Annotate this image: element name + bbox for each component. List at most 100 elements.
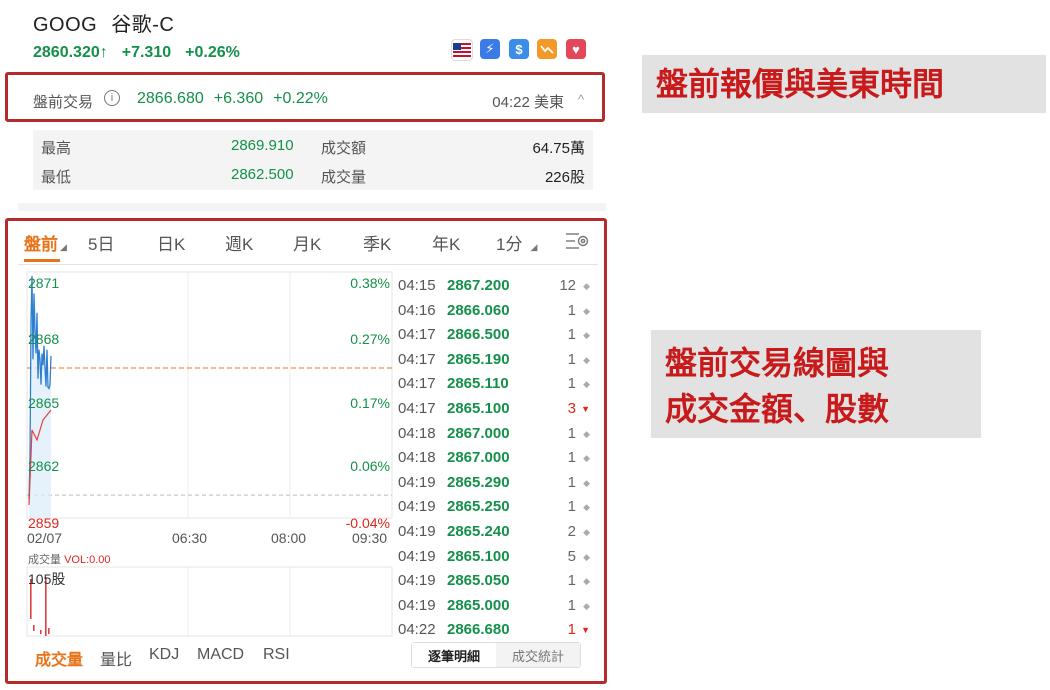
- chart-grid: [26, 271, 393, 637]
- x-tick: 06:30: [172, 530, 208, 546]
- trade-time: 04:18: [398, 424, 436, 442]
- trade-price: 2865.290: [447, 473, 510, 491]
- trade-time: 04:18: [398, 449, 436, 467]
- turnover-value: 64.75萬: [532, 140, 585, 157]
- annotation-premarket-quote: 盤前報價與美東時間: [642, 55, 1046, 113]
- trade-volume: 1: [567, 498, 576, 516]
- volume-bar: [40, 630, 42, 634]
- tab-kdj[interactable]: KDJ: [149, 646, 179, 664]
- trade-row: 04:18 2867.000 1 ◆: [398, 425, 590, 449]
- trade-row: 04:19 2865.100 5 ◆: [398, 548, 590, 572]
- diamond-icon: ◆: [583, 576, 590, 587]
- volume-value: 226股: [544, 169, 585, 186]
- y-label-left: 2868: [28, 331, 60, 347]
- trade-price: 2865.250: [447, 498, 510, 516]
- trade-stats-button[interactable]: 成交統計: [496, 643, 580, 667]
- trade-row: 04:18 2867.000 1 ◆: [398, 449, 590, 473]
- us-flag-icon[interactable]: [451, 39, 473, 61]
- trend-icon[interactable]: [537, 39, 557, 59]
- diamond-icon: ◆: [583, 453, 590, 464]
- trade-row: 04:19 2865.250 1 ◆: [398, 498, 590, 522]
- annotation-chart-line2: 成交金額、股數: [665, 390, 890, 428]
- tab-rsi[interactable]: RSI: [263, 646, 290, 664]
- tab-volume-ratio[interactable]: 量比: [100, 646, 132, 670]
- trade-price: 2865.100: [447, 400, 510, 417]
- trade-volume: 3: [567, 400, 576, 417]
- volume-indicator-label: 成交量: [28, 554, 61, 566]
- trade-row: 04:19 2865.290 1 ◆: [398, 474, 590, 498]
- trade-time: 04:17: [398, 350, 436, 368]
- tab-year-k[interactable]: 年K: [432, 230, 460, 255]
- trade-volume: 1: [567, 473, 576, 491]
- diamond-icon: ◆: [583, 428, 590, 439]
- trade-detail-button[interactable]: 逐筆明細: [412, 643, 496, 667]
- trade-volume: 1: [567, 424, 576, 442]
- x-tick: 09:30: [352, 530, 388, 546]
- trade-volume: 1: [567, 301, 576, 319]
- trade-volume: 1: [567, 449, 576, 467]
- trade-volume: 1: [567, 572, 576, 590]
- arrow-down-icon: ▼: [581, 625, 590, 636]
- diamond-icon: ◆: [583, 330, 590, 341]
- volume-frame: [26, 566, 393, 637]
- diamond-icon: ◆: [583, 379, 590, 390]
- chart-settings-icon[interactable]: [565, 231, 591, 256]
- lightning-icon[interactable]: ⚡: [480, 39, 500, 59]
- trade-row: 04:19 2865.240 2 ◆: [398, 523, 590, 547]
- tab-volume[interactable]: 成交量: [35, 646, 83, 670]
- diamond-icon: ◆: [583, 281, 590, 291]
- tab-macd[interactable]: MACD: [197, 646, 244, 664]
- trade-volume: 12: [559, 277, 576, 294]
- heart-icon[interactable]: ♥: [566, 39, 586, 59]
- x-tick: 08:00: [271, 530, 307, 546]
- y-label-right: 0.17%: [350, 395, 390, 411]
- trade-row: 04:16 2866.060 1 ◆: [398, 302, 590, 326]
- annotation-chart-line1: 盤前交易線圖與: [665, 344, 890, 382]
- trade-volume: 5: [567, 547, 576, 565]
- tab-1min[interactable]: 1分 ◢: [496, 230, 537, 255]
- trade-time: 04:19: [398, 572, 436, 590]
- diamond-icon: ◆: [583, 502, 590, 513]
- trade-time: 04:19: [398, 547, 436, 565]
- trade-price: 2866.060: [447, 301, 510, 319]
- volume-bar: [48, 628, 50, 634]
- trade-price: 2865.110: [447, 375, 509, 393]
- trade-time: 04:19: [398, 473, 436, 491]
- chart-frame: [26, 271, 393, 519]
- trade-price: 2867.000: [447, 449, 510, 467]
- trade-time: 04:15: [398, 277, 436, 294]
- diamond-icon: ◆: [583, 527, 590, 537]
- trade-price: 2865.190: [447, 350, 510, 368]
- chevron-up-icon[interactable]: ^: [578, 92, 584, 107]
- diamond-icon: ◆: [583, 305, 590, 316]
- trade-row: 04:15 2867.200 12 ◆: [398, 277, 590, 301]
- annotation-chart: 盤前交易線圖與 成交金額、股數: [651, 330, 981, 438]
- y-label-left: 2871: [28, 275, 60, 291]
- trade-price: 2867.200: [447, 277, 510, 294]
- diamond-icon: ◆: [583, 477, 590, 488]
- volume-bar: [33, 625, 35, 631]
- x-tick: 02/07: [27, 530, 63, 546]
- trade-row: 04:17 2865.110 1 ◆: [398, 375, 590, 399]
- dollar-icon[interactable]: $: [509, 39, 529, 59]
- y-label-right: 0.06%: [350, 458, 390, 474]
- trade-price: 2865.000: [447, 596, 510, 614]
- y-label-left: 2865: [28, 395, 60, 411]
- trade-price: 2866.680: [447, 621, 510, 639]
- trade-price: 2866.500: [447, 326, 510, 344]
- volume-max-label: 105股: [28, 571, 66, 587]
- trade-time: 04:17: [398, 400, 436, 417]
- y-label-right: -0.04%: [345, 515, 390, 531]
- arrow-down-icon: ▼: [581, 404, 590, 414]
- volume-indicator-value: VOL:0.00: [64, 554, 111, 566]
- diamond-icon: ◆: [583, 600, 590, 611]
- trade-time: 04:17: [398, 326, 436, 344]
- trade-volume: 1: [567, 621, 576, 639]
- volume-indicator: 成交量 VOL:0.00: [28, 551, 111, 567]
- trade-volume: 1: [567, 326, 576, 344]
- y-label-right: 0.27%: [350, 331, 390, 347]
- trade-volume: 1: [567, 350, 576, 368]
- y-label-right: 0.38%: [350, 275, 390, 291]
- trade-row: 04:17 2865.100 3 ▼: [398, 400, 590, 424]
- trade-row: 04:19 2865.050 1 ◆: [398, 572, 590, 596]
